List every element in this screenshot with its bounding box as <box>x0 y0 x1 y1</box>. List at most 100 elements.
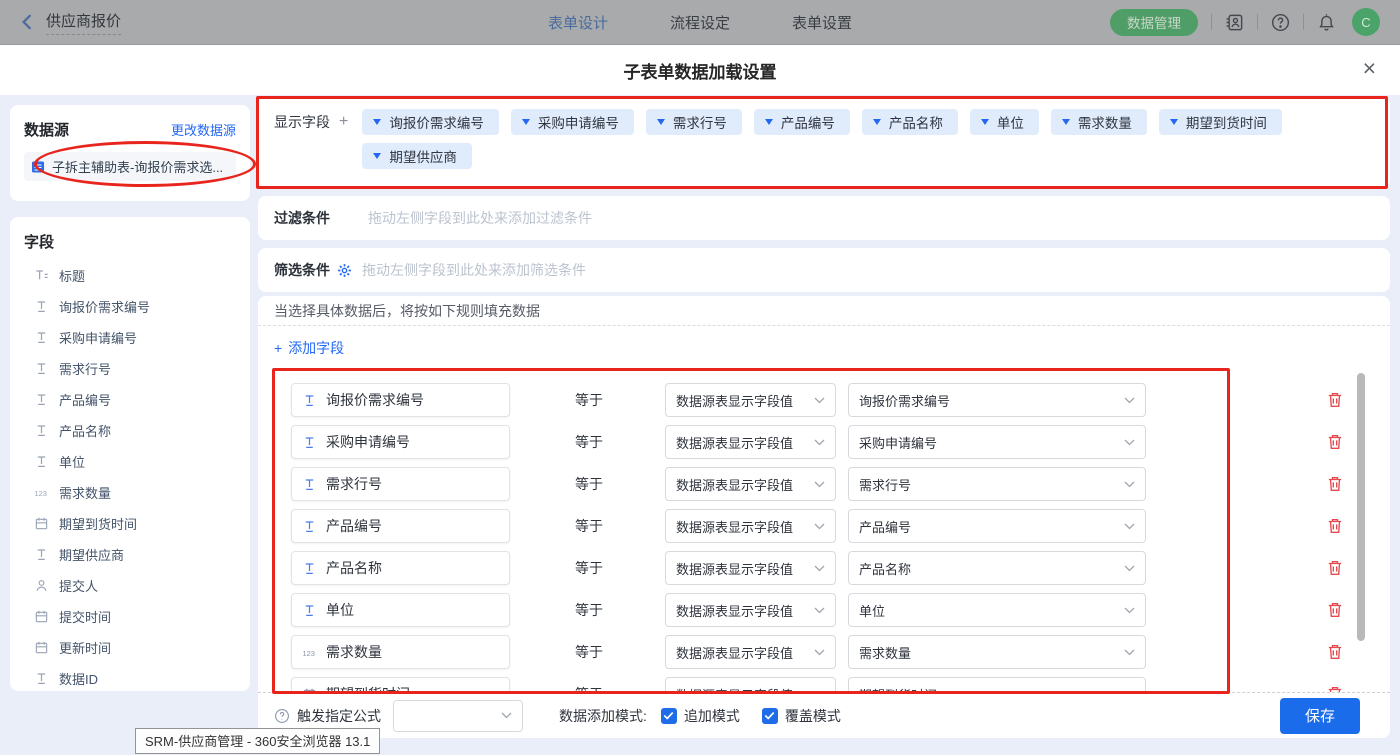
field-list-item[interactable]: 提交人 <box>24 570 236 601</box>
checkbox-checked-icon[interactable] <box>762 708 778 724</box>
field-list-item[interactable]: 产品名称 <box>24 415 236 446</box>
rule-target-select[interactable]: 产品编号 <box>848 509 1146 543</box>
rule-field-box[interactable]: 期望到货时间 <box>291 677 510 692</box>
plus-icon: + <box>274 340 282 356</box>
delete-row-button[interactable] <box>1326 559 1344 577</box>
display-field-chip[interactable]: 产品名称 <box>862 109 958 135</box>
delete-row-button[interactable] <box>1326 685 1344 692</box>
field-list-item[interactable]: 单位 <box>24 446 236 477</box>
rule-source-select[interactable]: 数据源表显示字段值 <box>665 635 836 669</box>
rule-source-select[interactable]: 数据源表显示字段值 <box>665 551 836 585</box>
filter-condition-dropzone[interactable]: 拖动左侧字段到此处来添加过滤条件 <box>368 208 592 228</box>
rule-source-select[interactable]: 数据源表显示字段值 <box>665 425 836 459</box>
display-field-chip[interactable]: 询报价需求编号 <box>362 109 499 135</box>
chevron-down-icon <box>814 397 825 404</box>
rule-field-box[interactable]: 采购申请编号 <box>291 425 510 459</box>
rule-source-select[interactable]: 数据源表显示字段值 <box>665 677 836 692</box>
notifications-bell-icon[interactable] <box>1317 13 1336 32</box>
field-list-item[interactable]: 提交时间 <box>24 601 236 632</box>
data-manage-button[interactable]: 数据管理 <box>1110 9 1198 36</box>
rule-field-box[interactable]: 需求行号 <box>291 467 510 501</box>
field-list-item[interactable]: 更新时间 <box>24 632 236 663</box>
header-tab[interactable]: 表单设计 <box>548 12 608 33</box>
user-avatar[interactable]: C <box>1352 8 1380 36</box>
header-tab[interactable]: 表单设置 <box>792 12 852 33</box>
rule-field-name: 采购申请编号 <box>326 432 410 452</box>
field-list-item[interactable]: 标题 <box>24 260 236 291</box>
back-chevron-icon[interactable] <box>18 13 36 31</box>
append-mode-option[interactable]: 追加模式 <box>661 706 740 726</box>
field-list-item[interactable]: 期望到货时间 <box>24 508 236 539</box>
delete-row-button[interactable] <box>1326 517 1344 535</box>
delete-row-button[interactable] <box>1326 391 1344 409</box>
text-field-icon <box>34 547 50 563</box>
chip-label: 期望供应商 <box>389 146 457 166</box>
rule-target-select[interactable]: 期望到货时间 <box>848 677 1146 692</box>
contacts-icon[interactable] <box>1225 13 1244 32</box>
delete-row-button[interactable] <box>1326 475 1344 493</box>
field-list-item[interactable]: 数据ID <box>24 663 236 694</box>
rule-source-select[interactable]: 数据源表显示字段值 <box>665 467 836 501</box>
display-field-chip[interactable]: 需求数量 <box>1051 109 1147 135</box>
save-button[interactable]: 保存 <box>1280 698 1360 734</box>
field-list-item[interactable]: 产品编号 <box>24 384 236 415</box>
rule-source-select[interactable]: 数据源表显示字段值 <box>665 593 836 627</box>
checkbox-checked-icon[interactable] <box>661 708 677 724</box>
field-list: 标题 询报价需求编号 采购申请编号 需求行号 产品编号 产品名称 单位 123 … <box>24 260 236 694</box>
text-field-icon <box>302 603 317 618</box>
rule-target-select[interactable]: 需求数量 <box>848 635 1146 669</box>
delete-row-button[interactable] <box>1326 601 1344 619</box>
formula-select[interactable] <box>393 700 523 732</box>
overwrite-mode-option[interactable]: 覆盖模式 <box>762 706 841 726</box>
rule-target-select[interactable]: 产品名称 <box>848 551 1146 585</box>
help-circle-icon[interactable] <box>274 708 290 724</box>
modal-title: 子表单数据加载设置 <box>624 58 777 83</box>
rule-field-box[interactable]: 询报价需求编号 <box>291 383 510 417</box>
rule-field-name: 询报价需求编号 <box>326 390 424 410</box>
display-field-chip[interactable]: 期望供应商 <box>362 143 472 169</box>
rule-field-box[interactable]: 123 需求数量 <box>291 635 510 669</box>
text-field-icon <box>302 519 317 534</box>
help-icon[interactable] <box>1271 13 1290 32</box>
field-list-item[interactable]: 需求行号 <box>24 353 236 384</box>
display-field-chip[interactable]: 产品编号 <box>754 109 850 135</box>
field-list-item[interactable]: 询报价需求编号 <box>24 291 236 322</box>
rule-source-select[interactable]: 数据源表显示字段值 <box>665 383 836 417</box>
display-field-chip[interactable]: 期望到货时间 <box>1159 109 1282 135</box>
chip-label: 询报价需求编号 <box>389 112 484 132</box>
display-field-chip[interactable]: 需求行号 <box>646 109 742 135</box>
rule-target-select[interactable]: 询报价需求编号 <box>848 383 1146 417</box>
display-field-chips-row-1: 询报价需求编号 采购申请编号 需求行号 产品编号 产品名称 单位 需求数量 期望… <box>362 109 1282 135</box>
rule-field-box[interactable]: 产品编号 <box>291 509 510 543</box>
rule-target-select[interactable]: 需求行号 <box>848 467 1146 501</box>
field-list-item[interactable]: 期望供应商 <box>24 539 236 570</box>
delete-row-button[interactable] <box>1326 643 1344 661</box>
add-field-button[interactable]: + 添加字段 <box>274 338 344 358</box>
fields-title: 字段 <box>24 231 236 252</box>
rule-field-name: 需求行号 <box>326 474 382 494</box>
display-field-chip[interactable]: 单位 <box>970 109 1039 135</box>
field-list-item[interactable]: 采购申请编号 <box>24 322 236 353</box>
chevron-down-icon <box>814 565 825 572</box>
vertical-scrollbar[interactable] <box>1357 373 1365 641</box>
change-datasource-link[interactable]: 更改数据源 <box>171 120 236 139</box>
screen-condition-dropzone[interactable]: 拖动左侧字段到此处来添加筛选条件 <box>362 260 586 280</box>
close-icon[interactable]: × <box>1363 57 1376 80</box>
rule-target-select[interactable]: 采购申请编号 <box>848 425 1146 459</box>
display-field-chip[interactable]: 采购申请编号 <box>511 109 634 135</box>
rule-target-select[interactable]: 单位 <box>848 593 1146 627</box>
field-list-item[interactable]: 123 需求数量 <box>24 477 236 508</box>
back-page-title[interactable]: 供应商报价 <box>46 10 121 35</box>
datasource-item[interactable]: 子拆主辅助表-询报价需求选... <box>24 152 236 181</box>
add-display-field-button[interactable]: + <box>339 114 348 130</box>
header-tab[interactable]: 流程设定 <box>670 12 730 33</box>
rule-field-box[interactable]: 单位 <box>291 593 510 627</box>
delete-row-button[interactable] <box>1326 433 1344 451</box>
field-label: 单位 <box>59 452 85 471</box>
svg-text:123: 123 <box>34 488 47 497</box>
rule-source-select[interactable]: 数据源表显示字段值 <box>665 509 836 543</box>
gear-icon[interactable] <box>337 263 352 278</box>
browser-status-tooltip: SRM-供应商管理 - 360安全浏览器 13.1 <box>135 728 380 754</box>
rule-field-box[interactable]: 产品名称 <box>291 551 510 585</box>
chevron-down-icon <box>1124 397 1135 404</box>
